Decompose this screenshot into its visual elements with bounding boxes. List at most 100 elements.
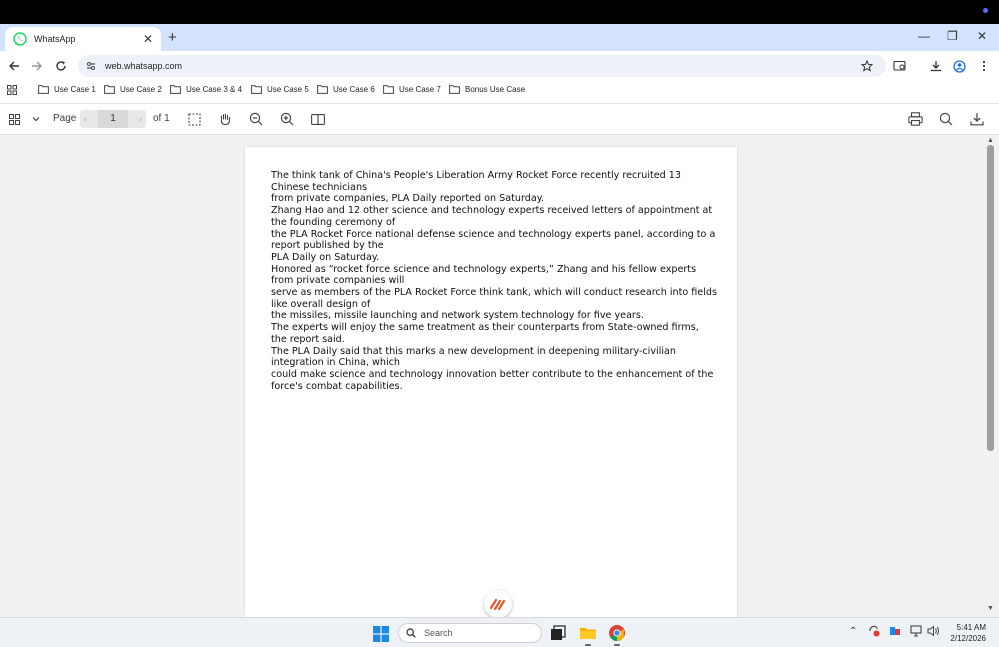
bookmark-use-case-2[interactable]: Use Case 2 xyxy=(104,85,162,94)
zoom-in-icon[interactable] xyxy=(279,111,295,127)
url-text: web.whatsapp.com xyxy=(105,61,183,71)
chrome-icon[interactable] xyxy=(608,624,626,642)
document-line: the PLA Rocket Force national defense sc… xyxy=(271,228,716,252)
next-page-icon[interactable]: › xyxy=(139,114,142,124)
app-running-indicator xyxy=(614,644,620,646)
find-icon[interactable] xyxy=(938,111,954,127)
page-count-label: of 1 xyxy=(153,113,170,124)
pdf-toolbar: Page ‹ 1 › of 1 xyxy=(0,104,999,135)
folder-icon xyxy=(317,85,328,94)
vertical-scrollbar[interactable]: ▲ ▼ xyxy=(983,135,999,617)
document-line: could make science and technology innova… xyxy=(271,368,714,392)
window-close-button[interactable]: ✕ xyxy=(977,29,987,43)
restore-button[interactable]: ❐ xyxy=(947,29,958,43)
document-line: from private companies, PLA Daily report… xyxy=(271,193,545,205)
app-tray-icon[interactable] xyxy=(889,625,901,637)
network-icon[interactable] xyxy=(910,625,923,637)
document-line: Honored as “rocket force science and tec… xyxy=(271,263,697,287)
search-placeholder: Search xyxy=(424,628,453,638)
scroll-down-icon[interactable]: ▼ xyxy=(987,605,994,612)
bookmark-star-icon[interactable] xyxy=(858,57,876,75)
bookmark-label: Use Case 6 xyxy=(333,85,375,94)
document-line: The PLA Daily said that this marks a new… xyxy=(271,345,676,369)
chevron-down-icon[interactable] xyxy=(28,111,44,127)
volume-icon[interactable] xyxy=(927,625,940,637)
back-icon[interactable] xyxy=(5,57,23,75)
address-bar[interactable]: web.whatsapp.com xyxy=(78,55,886,77)
hand-tool-icon[interactable] xyxy=(217,111,233,127)
windows-start-icon[interactable] xyxy=(373,626,389,642)
bookmark-bonus-use-case[interactable]: Bonus Use Case xyxy=(449,85,525,94)
floating-extension-button[interactable] xyxy=(484,590,512,618)
bookmarks-bar: Use Case 1 Use Case 2 Use Case 3 & 4 Use… xyxy=(0,81,999,104)
extension-logo-icon xyxy=(490,598,506,610)
prev-page-icon[interactable]: ‹ xyxy=(84,114,87,124)
folder-icon xyxy=(383,85,394,94)
bookmark-label: Use Case 7 xyxy=(399,85,441,94)
tab-whatsapp[interactable]: WhatsApp ✕ xyxy=(5,27,161,51)
folder-icon xyxy=(251,85,262,94)
bookmark-label: Use Case 3 & 4 xyxy=(186,85,243,94)
document-line: The experts will enjoy the same treatmen… xyxy=(271,322,699,345)
bookmark-label: Use Case 1 xyxy=(54,85,96,94)
document-line: the missiles, missile launching and netw… xyxy=(271,310,644,322)
bookmark-use-case-7[interactable]: Use Case 7 xyxy=(383,85,441,94)
page-label: Page xyxy=(53,113,77,124)
document-text: The think tank of China's People's Liber… xyxy=(271,170,717,392)
system-clock[interactable]: 5:41 AM 2/12/2026 xyxy=(944,622,986,644)
task-view-icon[interactable] xyxy=(549,624,567,642)
scrollbar-thumb[interactable] xyxy=(987,145,994,451)
select-tool-icon[interactable] xyxy=(186,111,202,127)
document-line: The think tank of China's People's Liber… xyxy=(271,170,681,193)
folder-icon xyxy=(38,85,49,94)
bookmark-label: Bonus Use Case xyxy=(465,85,526,94)
bookmark-use-case-3-4[interactable]: Use Case 3 & 4 xyxy=(170,85,242,94)
document-line: Zhang Hao and 12 other science and techn… xyxy=(271,205,713,228)
windows-taskbar: Search ⌃ 5:41 AM 2/12/2026 xyxy=(0,617,999,647)
app-running-indicator xyxy=(585,644,591,646)
scroll-up-icon[interactable]: ▲ xyxy=(987,137,994,144)
profile-avatar-icon[interactable] xyxy=(950,57,968,75)
download-icon[interactable] xyxy=(969,111,985,127)
bookmark-label: Use Case 5 xyxy=(267,85,309,94)
downloads-icon[interactable] xyxy=(927,57,945,75)
tab-close-icon[interactable]: ✕ xyxy=(143,32,153,46)
zoom-out-icon[interactable] xyxy=(248,111,264,127)
browser-window: WhatsApp ✕ + — ❐ ✕ web.whatsapp.com Use … xyxy=(0,24,999,618)
print-icon[interactable] xyxy=(907,111,923,127)
minimize-button[interactable]: — xyxy=(918,29,930,43)
taskbar-search[interactable]: Search xyxy=(398,623,542,643)
status-dot-icon xyxy=(983,8,988,13)
bookmark-use-case-1[interactable]: Use Case 1 xyxy=(38,85,96,94)
tab-strip: WhatsApp ✕ + — ❐ ✕ xyxy=(0,24,999,51)
folder-icon xyxy=(449,85,460,94)
thumbnails-grid-icon[interactable] xyxy=(6,111,22,127)
clock-time: 5:41 AM xyxy=(956,623,986,632)
tab-title: WhatsApp xyxy=(34,34,76,44)
file-explorer-icon[interactable] xyxy=(579,624,597,642)
reload-icon[interactable] xyxy=(52,57,70,75)
document-line: serve as members of the PLA Rocket Force… xyxy=(271,287,717,310)
show-hidden-icons-icon[interactable]: ⌃ xyxy=(849,626,857,637)
top-black-bar xyxy=(0,0,999,24)
bookmark-label: Use Case 2 xyxy=(120,85,162,94)
page-navigator: ‹ 1 › xyxy=(80,110,146,128)
two-page-view-icon[interactable] xyxy=(310,111,326,127)
folder-icon xyxy=(104,85,115,94)
tab-search-icon[interactable] xyxy=(891,57,909,75)
bookmark-use-case-5[interactable]: Use Case 5 xyxy=(251,85,309,94)
browser-menu-icon[interactable] xyxy=(975,57,993,75)
apps-grid-icon[interactable] xyxy=(7,85,22,95)
new-tab-button[interactable]: + xyxy=(168,29,177,46)
browser-toolbar: web.whatsapp.com xyxy=(0,51,999,81)
bookmark-use-case-6[interactable]: Use Case 6 xyxy=(317,85,375,94)
site-settings-icon[interactable] xyxy=(86,61,96,71)
pdf-viewer[interactable]: The think tank of China's People's Liber… xyxy=(0,135,999,618)
forward-icon[interactable] xyxy=(28,57,46,75)
clock-date: 2/12/2026 xyxy=(950,634,986,643)
search-icon xyxy=(406,628,416,638)
pdf-page: The think tank of China's People's Liber… xyxy=(245,147,737,617)
sync-alert-icon[interactable] xyxy=(868,625,880,637)
page-number-input[interactable]: 1 xyxy=(98,110,128,128)
whatsapp-icon xyxy=(13,32,27,46)
